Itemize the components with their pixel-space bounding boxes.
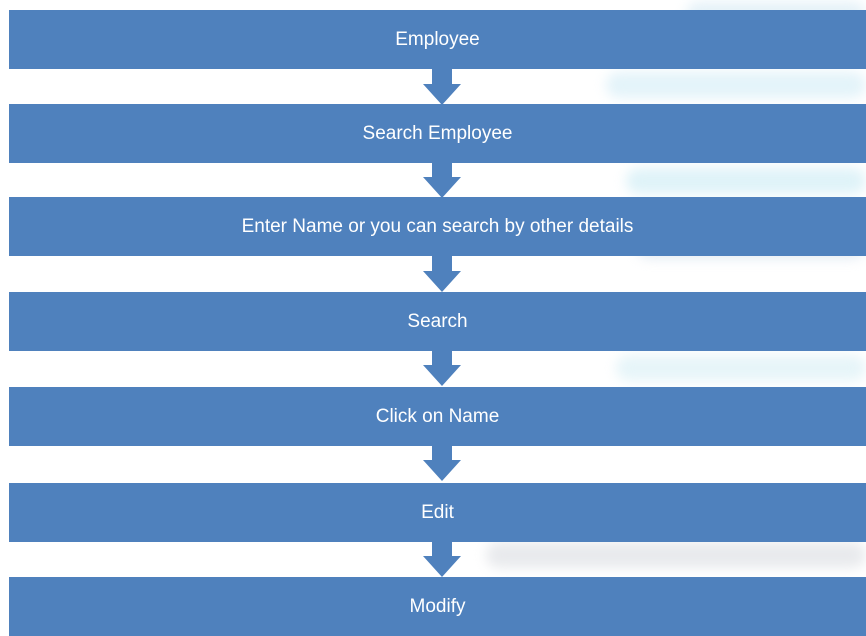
step-label: Search Employee — [362, 122, 513, 144]
step-edit: Edit — [9, 483, 866, 542]
step-enter-name: Enter Name or you can search by other de… — [9, 197, 866, 256]
down-arrow-icon — [423, 66, 461, 105]
step-search-employee: Search Employee — [9, 104, 866, 163]
down-arrow-icon — [423, 538, 461, 577]
step-label: Enter Name or you can search by other de… — [241, 215, 634, 237]
flowchart: Employee Search Employee Enter Name or y… — [9, 0, 866, 636]
down-arrow-icon — [423, 159, 461, 198]
down-arrow-icon — [423, 347, 461, 386]
down-arrow-icon — [423, 442, 461, 481]
step-label: Click on Name — [375, 405, 500, 427]
step-employee: Employee — [9, 10, 866, 69]
step-label: Edit — [421, 501, 454, 523]
step-label: Modify — [409, 595, 466, 617]
step-click-on-name: Click on Name — [9, 387, 866, 446]
step-label: Employee — [395, 28, 480, 50]
step-modify: Modify — [9, 577, 866, 636]
step-search: Search — [9, 292, 866, 351]
step-label: Search — [407, 310, 468, 332]
down-arrow-icon — [423, 253, 461, 292]
